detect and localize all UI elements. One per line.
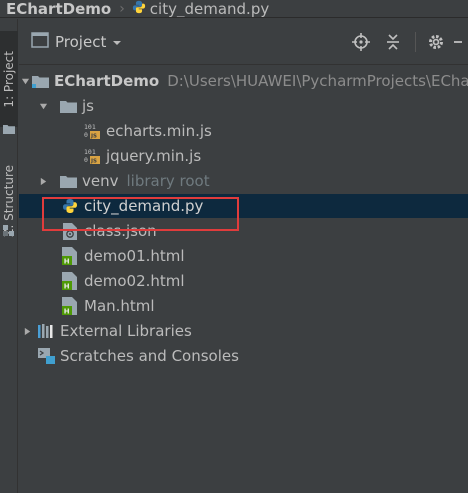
tree-label-demo01: demo01.html	[84, 247, 185, 265]
tree-row-js[interactable]: js	[19, 94, 468, 118]
project-tool-tab[interactable]: 1: Project	[0, 31, 18, 127]
tree-label-echarts: echarts.min.js	[106, 122, 212, 140]
svg-text:H: H	[64, 258, 70, 266]
tree-row-man[interactable]: H Man.html	[19, 294, 468, 318]
expand-arrow-icon[interactable]	[19, 69, 31, 93]
tree-label-jquery: jquery.min.js	[106, 147, 202, 165]
breadcrumb-separator: ›	[119, 0, 125, 17]
tree-row-scratches[interactable]: Scratches and Consoles	[19, 344, 468, 368]
tree-label-demo02: demo02.html	[84, 272, 185, 290]
project-tool-tab-label: 1: Project	[2, 50, 16, 108]
tree-root-path: D:\Users\HUAWEI\PycharmProjects\EChart	[167, 72, 468, 90]
tree-row-city-demand[interactable]: city_demand.py	[19, 194, 468, 218]
hide-panel-icon[interactable]	[454, 28, 468, 56]
structure-icon	[3, 222, 15, 236]
breadcrumb-file[interactable]: city_demand.py	[132, 0, 270, 18]
tree-row-external-libraries[interactable]: External Libraries	[19, 319, 468, 343]
expand-arrow-icon[interactable]	[37, 94, 49, 118]
folder-icon	[59, 171, 77, 191]
svg-text:101: 101	[84, 123, 96, 131]
project-view-icon	[31, 31, 49, 52]
folder-icon	[59, 96, 77, 116]
tree-row-venv[interactable]: venv library root	[19, 169, 468, 193]
tree-label-city-demand: city_demand.py	[84, 197, 204, 215]
project-view-selector[interactable]: Project	[31, 31, 122, 52]
tree-row-demo02[interactable]: H demo02.html	[19, 269, 468, 293]
tree-label-root: EChartDemo	[54, 72, 160, 90]
folder-icon	[3, 119, 15, 134]
panel-toolbar	[343, 19, 468, 65]
tree-label-class-json: class.json	[84, 222, 157, 240]
collapsed-arrow-icon[interactable]	[21, 319, 33, 343]
json-file-icon	[61, 221, 79, 241]
html-file-icon: H	[61, 246, 79, 266]
gear-icon[interactable]	[422, 28, 450, 56]
scratches-icon	[37, 346, 55, 366]
collapsed-arrow-icon[interactable]	[37, 169, 49, 193]
svg-text:H: H	[64, 283, 70, 291]
library-icon	[37, 321, 55, 341]
toolbar-divider	[415, 32, 416, 52]
js-file-icon: 101 0 JS	[83, 121, 101, 141]
panel-header: Project	[19, 19, 468, 65]
locate-icon[interactable]	[347, 28, 375, 56]
structure-tool-tab[interactable]: Z: Structure	[0, 149, 18, 253]
tree-row-class-json[interactable]: class.json	[19, 219, 468, 243]
html-file-icon: H	[61, 296, 79, 316]
project-folder-icon	[31, 71, 49, 91]
tree-label-scratches: Scratches and Consoles	[60, 347, 239, 365]
project-panel: Project EChartDemo D:\Users\HUAWEI\Pycha…	[19, 19, 468, 493]
python-file-icon	[61, 196, 79, 216]
tree-label-external-libraries: External Libraries	[60, 322, 192, 340]
tree-label-venv: venv	[82, 172, 119, 190]
breadcrumb-project[interactable]: EChartDemo	[0, 0, 111, 17]
tree-label-man: Man.html	[84, 297, 155, 315]
navigation-bar: EChartDemo › city_demand.py	[0, 0, 468, 18]
python-file-icon	[132, 0, 146, 17]
tool-window-strip: 1: Project Z: Structure	[0, 19, 18, 493]
svg-text:JS: JS	[90, 134, 97, 140]
js-file-icon: 101 0 JS	[83, 146, 101, 166]
svg-text:H: H	[64, 308, 70, 316]
project-view-label: Project	[55, 32, 107, 51]
tree-row-demo01[interactable]: H demo01.html	[19, 244, 468, 268]
svg-text:101: 101	[84, 148, 96, 156]
chevron-down-icon	[112, 33, 122, 51]
collapse-all-icon[interactable]	[379, 28, 407, 56]
tree-row-jquery[interactable]: 101 0 JS jquery.min.js	[19, 144, 468, 168]
svg-text:JS: JS	[90, 159, 97, 165]
html-file-icon: H	[61, 271, 79, 291]
breadcrumb-file-label: city_demand.py	[149, 0, 270, 18]
tree-label-js: js	[82, 97, 94, 115]
tree-row-root[interactable]: EChartDemo D:\Users\HUAWEI\PycharmProjec…	[19, 69, 468, 93]
svg-text:0: 0	[84, 131, 88, 139]
svg-text:0: 0	[84, 156, 88, 164]
tree-row-echarts[interactable]: 101 0 JS echarts.min.js	[19, 119, 468, 143]
tree-venv-note: library root	[126, 172, 210, 190]
